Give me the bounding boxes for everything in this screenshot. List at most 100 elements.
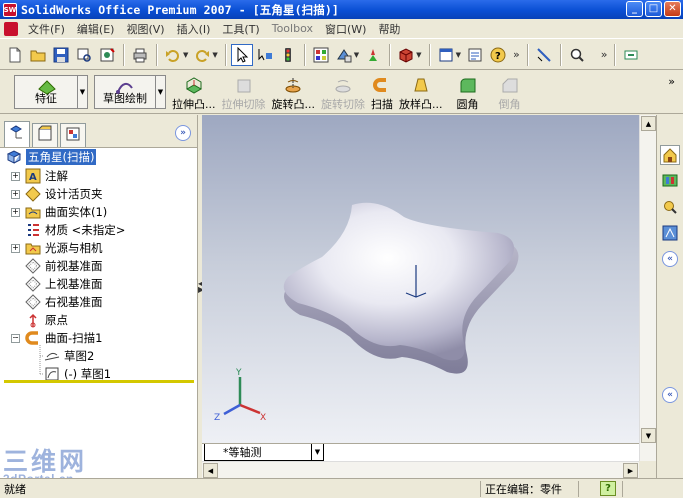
- tab-feature-tree[interactable]: [4, 121, 30, 147]
- toolbar-overflow-icon[interactable]: »: [601, 48, 608, 61]
- chevron-down-icon[interactable]: ▼: [311, 444, 323, 460]
- sketch-dropdown-icon[interactable]: ▼: [156, 75, 166, 109]
- addin-icon[interactable]: [620, 44, 642, 66]
- display-dropdown-icon[interactable]: ▼: [416, 51, 421, 59]
- sketch-tab[interactable]: 草图绘制: [94, 75, 156, 109]
- rollback-bar[interactable]: [4, 380, 194, 383]
- menu-tools[interactable]: 工具(T): [216, 21, 265, 37]
- grid-icon[interactable]: [310, 44, 332, 66]
- fillet-icon: [458, 77, 478, 95]
- view-dropdown-icon[interactable]: ▼: [354, 51, 359, 59]
- scroll-left-icon[interactable]: ◀: [203, 463, 218, 478]
- measure-icon[interactable]: [533, 44, 555, 66]
- panel-expand-icon[interactable]: »: [175, 125, 191, 141]
- window-icon[interactable]: [435, 44, 457, 66]
- view-palette-icon[interactable]: [660, 223, 680, 243]
- vertical-scrollbar[interactable]: ▲ ▼: [639, 115, 656, 461]
- menu-toolbox[interactable]: Toolbox: [266, 22, 319, 35]
- window-title: SolidWorks Office Premium 2007 - [五角星(扫描…: [21, 2, 339, 17]
- revolved-cut-icon: [333, 77, 353, 95]
- menu-edit[interactable]: 编辑(E): [71, 21, 121, 37]
- design-library-icon[interactable]: [660, 170, 680, 190]
- redo-icon[interactable]: [191, 44, 213, 66]
- title-bar: SW SolidWorks Office Premium 2007 - [五角星…: [0, 0, 683, 19]
- chamfer-icon: [500, 77, 520, 95]
- undo-icon[interactable]: [162, 44, 184, 66]
- revolve-icon: [283, 77, 303, 95]
- extruded-cut-button[interactable]: 拉伸切除: [222, 71, 266, 113]
- maximize-button[interactable]: □: [645, 1, 662, 17]
- feature-manager-tabs: »: [0, 115, 197, 148]
- task-pane-strip: « «: [656, 115, 683, 478]
- undo-dropdown-icon[interactable]: ▼: [183, 51, 188, 59]
- extruded-boss-button[interactable]: 拉伸凸...: [172, 71, 216, 113]
- toolbar-separator: [303, 43, 306, 66]
- svg-text:?: ?: [495, 51, 501, 62]
- tab-property-manager[interactable]: [32, 123, 58, 147]
- home-icon[interactable]: [660, 145, 680, 165]
- features-tab[interactable]: 特征: [14, 75, 78, 109]
- revolved-boss-button[interactable]: 旋转凸...: [272, 71, 315, 113]
- graphics-viewport[interactable]: Y X Z: [202, 115, 639, 443]
- property-icon[interactable]: [464, 44, 486, 66]
- save-icon[interactable]: [50, 44, 72, 66]
- menu-file[interactable]: 文件(F): [22, 21, 71, 37]
- options-icon[interactable]: [96, 44, 118, 66]
- rebuild-icon[interactable]: [362, 44, 384, 66]
- print-preview-icon[interactable]: [73, 44, 95, 66]
- features-dropdown-icon[interactable]: ▼: [78, 75, 88, 109]
- collapse-task-pane-icon[interactable]: «: [662, 251, 678, 267]
- new-icon[interactable]: [4, 44, 26, 66]
- scroll-right-icon[interactable]: ▶: [623, 463, 638, 478]
- menu-insert[interactable]: 插入(I): [171, 21, 217, 37]
- loft-icon: [411, 77, 431, 95]
- chamfer-button[interactable]: 倒角: [499, 71, 521, 113]
- menu-bar: 文件(F) 编辑(E) 视图(V) 插入(I) 工具(T) Toolbox 窗口…: [0, 19, 683, 39]
- collapse-task-pane-icon[interactable]: «: [662, 387, 678, 403]
- command-overflow-icon[interactable]: »: [668, 75, 675, 88]
- feature-tree-icon: [8, 124, 26, 145]
- sweep-icon: [372, 77, 392, 95]
- menu-view[interactable]: 视图(V): [120, 21, 170, 37]
- view-orientation-bar: *等轴测 ▼: [202, 443, 639, 461]
- menu-help[interactable]: 帮助: [372, 21, 406, 37]
- toolbar-separator: [526, 43, 529, 66]
- window-dropdown-icon[interactable]: ▼: [456, 51, 461, 59]
- tab-configuration-manager[interactable]: [60, 123, 86, 147]
- scroll-up-icon[interactable]: ▲: [641, 116, 656, 131]
- tree-connector-lines: [14, 336, 44, 375]
- view-icon[interactable]: [333, 44, 355, 66]
- axis-z-label: Z: [214, 413, 220, 423]
- file-explorer-icon[interactable]: [660, 197, 680, 217]
- menu-window[interactable]: 窗口(W): [319, 21, 372, 37]
- select-icon[interactable]: [230, 43, 253, 66]
- features-icon: [37, 79, 57, 98]
- revolved-cut-button[interactable]: 旋转切除: [321, 71, 365, 113]
- configuration-manager-icon: [64, 125, 82, 146]
- extrude-icon: [184, 77, 204, 95]
- traffic-light-icon[interactable]: [277, 44, 299, 66]
- command-manager: 特征 ▼ 草图绘制 ▼ 拉伸凸... 拉伸切除 旋转凸... 旋转切除 扫描 放…: [0, 71, 683, 114]
- select-filter-icon[interactable]: [254, 44, 276, 66]
- loft-boss-button[interactable]: 放样凸...: [399, 71, 443, 113]
- display-icon[interactable]: [395, 44, 417, 66]
- toolbar-overflow-icon[interactable]: »: [513, 48, 520, 61]
- minimize-button[interactable]: _: [626, 1, 643, 17]
- document-menu-icon[interactable]: [4, 21, 18, 36]
- feature-manager-panel: » 五角星(扫描) + A 注解 + 设计活页夹 + 曲面实体(1) 材质 <未…: [0, 115, 198, 485]
- sweep-button[interactable]: 扫描: [371, 71, 393, 113]
- fillet-button[interactable]: 圆角: [457, 71, 479, 113]
- zoom-icon[interactable]: [566, 44, 588, 66]
- print-icon[interactable]: [129, 44, 151, 66]
- solidworks-app-icon[interactable]: SW: [3, 2, 17, 17]
- close-button[interactable]: ✕: [664, 1, 681, 17]
- redo-dropdown-icon[interactable]: ▼: [212, 51, 217, 59]
- help-icon[interactable]: ?: [600, 481, 616, 496]
- open-icon[interactable]: [27, 44, 49, 66]
- horizontal-scrollbar[interactable]: ◀ ▶: [202, 461, 639, 478]
- scroll-down-icon[interactable]: ▼: [641, 428, 656, 443]
- view-orientation-select[interactable]: *等轴测 ▼: [204, 444, 324, 461]
- view-orientation-value: *等轴测: [223, 446, 262, 459]
- help-icon[interactable]: ?: [487, 44, 509, 66]
- star-model: [283, 202, 514, 361]
